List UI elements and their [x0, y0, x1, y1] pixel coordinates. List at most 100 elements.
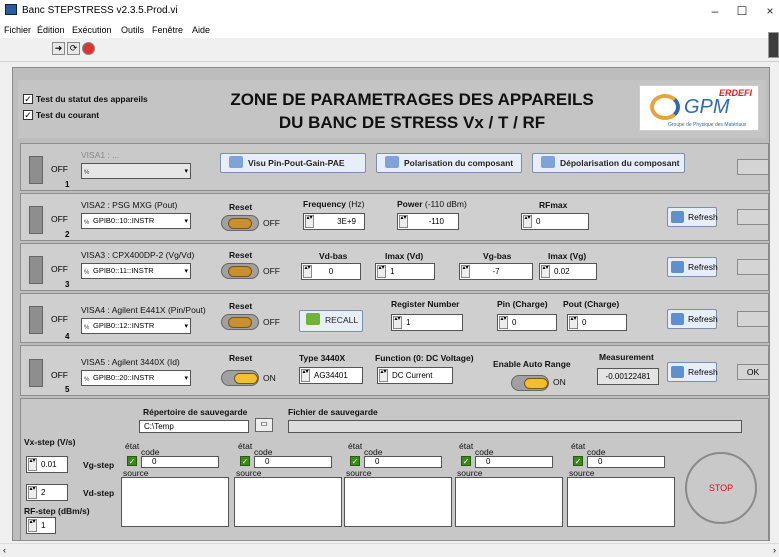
frequency-input[interactable]: ▴▾ 3E+9	[303, 213, 365, 230]
visa5-label: VISA5 : Agilent 3440X (Id)	[81, 357, 180, 367]
visa2-panel: OFF 2 VISA2 : PSG MXG (Pout) % GPIB0::10:…	[20, 193, 769, 241]
visa1-status	[737, 159, 769, 175]
save-file-input[interactable]	[288, 420, 742, 433]
visa3-led[interactable]	[29, 256, 43, 284]
vd-bas-input[interactable]: ▴▾ 0	[301, 263, 361, 280]
logo-swirl-icon	[650, 94, 680, 120]
visa1-select[interactable]: % ▾	[81, 163, 191, 179]
menu-edition[interactable]: Édition	[37, 25, 65, 35]
visa3-reset-toggle[interactable]	[221, 263, 259, 279]
visa2-number: 2	[65, 230, 70, 239]
visa4-label: VISA4 : Agilent E441X (Pin/Pout)	[81, 305, 206, 315]
code-input[interactable]: 0	[254, 456, 332, 468]
menu-fenetre[interactable]: Fenêtre	[152, 25, 183, 35]
visa4-reset-toggle[interactable]	[221, 314, 259, 330]
visa5-led-label: OFF	[51, 370, 68, 380]
save-file-label: Fichier de sauvegarde	[288, 407, 378, 417]
minimize-button[interactable]: –	[700, 2, 730, 20]
visa2-refresh-button[interactable]: Refresh	[667, 207, 718, 227]
error-cluster-5: état code ✓ 0 source	[567, 441, 677, 527]
run-arrow-icon[interactable]: ➜	[52, 42, 65, 55]
abort-icon[interactable]	[82, 42, 95, 55]
menu-fichier[interactable]: Fichier	[4, 25, 31, 35]
folder-browse-icon[interactable]: ▭	[255, 418, 273, 432]
function-select[interactable]: ▴▾ DC Current	[377, 367, 453, 384]
page-title-line1: ZONE DE PARAMETRAGES DES APPAREILS	[230, 90, 594, 109]
visa5-reset-toggle[interactable]	[221, 370, 259, 386]
menu-aide[interactable]: Aide	[192, 25, 210, 35]
vx-step-input[interactable]: ▴▾ 0.01	[26, 456, 68, 473]
visa3-status	[737, 259, 769, 275]
vd-bas-label: Vd-bas	[319, 251, 348, 261]
run-continuous-icon[interactable]: ⟳	[67, 42, 80, 55]
recall-button[interactable]: RECALL	[299, 310, 363, 332]
imax-vd-input[interactable]: ▴▾ 1	[375, 263, 435, 280]
save-dir-input[interactable]: C:\Temp	[139, 420, 249, 433]
pout-charge-label: Pout (Charge)	[563, 299, 620, 309]
rf-step-input[interactable]: ▴▾ 1	[26, 517, 56, 534]
close-button[interactable]: ×	[755, 2, 779, 20]
visa5-select[interactable]: % GPIB0::20::INSTR ▾	[81, 370, 191, 386]
source-textarea[interactable]	[234, 477, 342, 527]
rfmax-label: RFmax	[539, 200, 568, 210]
scroll-right-icon[interactable]: ›	[773, 545, 776, 555]
scroll-left-icon[interactable]: ‹	[3, 545, 6, 555]
auto-range-toggle[interactable]	[511, 375, 549, 391]
visa4-refresh-button[interactable]: Refresh	[667, 309, 718, 329]
pin-charge-input[interactable]: ▴▾ 0	[497, 314, 557, 331]
stop-button[interactable]: STOP	[685, 452, 757, 524]
rfmax-input[interactable]: ▴▾ 0	[521, 213, 589, 230]
visa5-refresh-button[interactable]: Refresh	[667, 362, 718, 382]
visa4-led[interactable]	[29, 306, 43, 334]
type-3440x-select[interactable]: ▴▾ AG34401	[299, 367, 363, 384]
source-textarea[interactable]	[567, 477, 675, 527]
power-input[interactable]: ▴▾ -110	[397, 213, 459, 230]
vd-step-label: Vd-step	[83, 488, 115, 498]
imax-vg-input[interactable]: ▴▾ 0.02	[539, 263, 597, 280]
current-test-checkbox[interactable]: ✓	[23, 110, 33, 120]
code-input[interactable]: 0	[587, 456, 665, 468]
code-input[interactable]: 0	[475, 456, 553, 468]
visa4-select[interactable]: % GPIB0::12::INSTR ▾	[81, 318, 191, 334]
visa1-led[interactable]	[29, 156, 43, 184]
status-check-icon: ✓	[350, 456, 360, 466]
status-test-label: Test du statut des appareils	[36, 94, 148, 104]
check-icon	[306, 313, 320, 325]
polarisation-button[interactable]: Polarisation du composant	[376, 153, 522, 173]
visu-pin-pout-button[interactable]: Visu Pin-Pout-Gain-PAE	[220, 153, 366, 173]
vg-bas-input[interactable]: ▴▾ -7	[459, 263, 533, 280]
horizontal-scrollbar[interactable]: ‹ ›	[0, 543, 779, 557]
etat-label: état	[238, 441, 253, 451]
pout-charge-input[interactable]: ▴▾ 0	[567, 314, 627, 331]
source-textarea[interactable]	[121, 477, 229, 527]
maximize-button[interactable]: ☐	[727, 2, 757, 20]
gpm-logo: ERDEFI GPM Groupe de Physique des Matéri…	[639, 85, 759, 131]
visa2-reset-toggle[interactable]	[221, 215, 259, 231]
source-textarea[interactable]	[455, 477, 563, 527]
depolarisation-button[interactable]: Dépolarisation du composant	[532, 153, 685, 173]
visa2-led[interactable]	[29, 206, 43, 234]
menu-bar: Fichier Édition Exécution Outils Fenêtre…	[0, 22, 779, 38]
refresh-icon	[671, 313, 684, 325]
visa3-refresh-button[interactable]: Refresh	[667, 257, 718, 277]
source-textarea[interactable]	[344, 477, 452, 527]
visa2-select[interactable]: % GPIB0::10::INSTR ▾	[81, 213, 191, 229]
visa3-led-label: OFF	[51, 264, 68, 274]
refresh-icon	[671, 366, 684, 378]
visa5-led[interactable]	[29, 359, 43, 387]
pin-charge-label: Pin (Charge)	[497, 299, 548, 309]
register-number-input[interactable]: ▴▾ 1	[391, 314, 463, 331]
code-input[interactable]: 0	[141, 456, 219, 468]
visa5-panel: OFF 5 VISA5 : Agilent 3440X (Id) % GPIB0:…	[20, 345, 769, 396]
visa2-led-label: OFF	[51, 214, 68, 224]
menu-execution[interactable]: Exécution	[72, 25, 112, 35]
app-icon	[5, 4, 17, 15]
visa5-toggle-label: ON	[263, 373, 276, 383]
status-test-checkbox[interactable]: ✓	[23, 94, 33, 104]
code-input[interactable]: 0	[364, 456, 442, 468]
menu-outils[interactable]: Outils	[121, 25, 144, 35]
vd-step-input[interactable]: ▴▾ 2	[26, 484, 68, 501]
visa3-select[interactable]: % GPIB0::11::INSTR ▾	[81, 263, 191, 279]
vg-bas-label: Vg-bas	[483, 251, 512, 261]
visa1-label: VISA1 : ...	[81, 150, 120, 160]
